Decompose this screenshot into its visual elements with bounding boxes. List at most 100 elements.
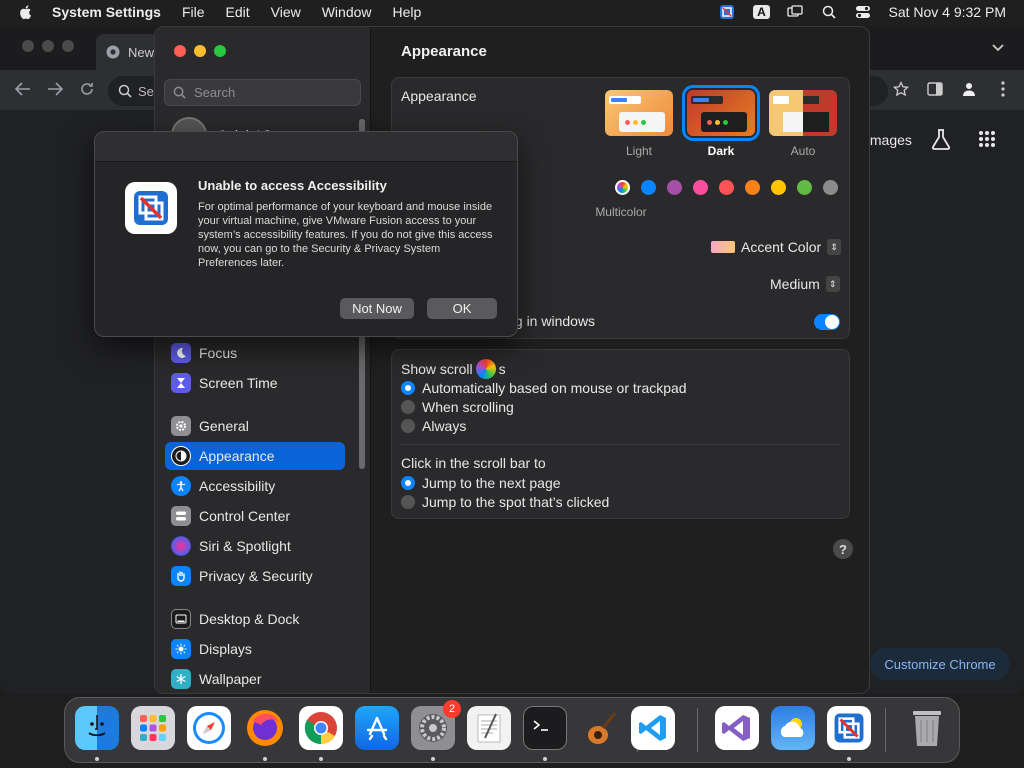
click-option-spot-clicked[interactable]: Jump to the spot that’s clicked [401,494,609,510]
input-source-icon[interactable]: A [744,5,778,19]
sidebar-item-label: Control Center [199,508,291,524]
click-option-next-page[interactable]: Jump to the next page [401,475,561,491]
popup-stepper-icon: ⇕ [827,239,842,255]
firefox-icon[interactable] [243,706,287,750]
highlight-color-popup[interactable]: Accent Color ⇕ [711,239,842,255]
terminal-icon[interactable] [523,706,567,750]
sidebar-item-appearance[interactable]: Appearance [165,442,345,470]
not-now-button[interactable]: Not Now [340,298,414,319]
ok-button[interactable]: OK [427,298,497,319]
sidebar-item-wallpaper[interactable]: Wallpaper [165,665,345,693]
google-apps-grid-icon[interactable] [978,130,996,151]
vmware-status-icon[interactable] [710,4,744,20]
scroll-option-when-scrolling[interactable]: When scrolling [401,399,514,415]
accent-graphite-swatch[interactable] [823,180,838,195]
sun-icon [171,639,191,659]
images-link[interactable]: Images [866,132,912,148]
labs-flask-icon[interactable] [930,128,952,153]
sidebar-item-displays[interactable]: Displays [165,635,345,663]
accent-green-swatch[interactable] [797,180,812,195]
chrome-zoom-button[interactable] [62,40,74,52]
chrome-minimize-button[interactable] [42,40,54,52]
sidebar-item-screen-time[interactable]: Screen Time [165,369,345,397]
dialog-title: Unable to access Accessibility [198,178,387,193]
menu-view[interactable]: View [271,4,301,20]
sidebar-item-general[interactable]: General [165,412,345,440]
app-store-icon[interactable] [355,706,399,750]
auto-theme-thumbnail[interactable] [769,90,837,136]
hand-icon [171,566,191,586]
menu-help[interactable]: Help [393,4,422,20]
light-theme-thumbnail[interactable] [605,90,673,136]
menu-file[interactable]: File [182,4,205,20]
sidebar-item-privacy-security[interactable]: Privacy & Security [165,562,345,590]
auto-theme-label: Auto [790,144,816,158]
sidebar-item-accessibility[interactable]: Accessibility [165,472,345,500]
omnibox-text: Se [138,83,154,99]
sidebar-item-siri-spotlight[interactable]: Siri & Spotlight [165,532,345,560]
back-arrow-icon[interactable] [12,78,34,100]
accent-pink-swatch[interactable] [693,180,708,195]
trash-icon[interactable] [905,706,949,750]
dark-theme-thumbnail[interactable] [682,85,760,141]
textedit-icon[interactable] [467,706,511,750]
menu-edit[interactable]: Edit [226,4,250,20]
launchpad-icon[interactable] [131,706,175,750]
menu-window[interactable]: Window [322,4,372,20]
chrome-logo-icon [106,45,120,59]
control-center-icon[interactable] [846,5,880,19]
reload-icon[interactable] [76,78,98,100]
radio-label: When scrolling [422,399,514,415]
visual-studio-icon[interactable] [715,706,759,750]
accent-red-swatch[interactable] [719,180,734,195]
dock-icon [171,609,191,629]
apple-menu-icon[interactable] [18,4,34,20]
sidebar-item-desktop-dock[interactable]: Desktop & Dock [165,605,345,633]
menu-clock[interactable]: Sat Nov 4 9:32 PM [888,4,1006,20]
chrome-close-button[interactable] [22,40,34,52]
chrome-menu-icon[interactable] [992,78,1014,100]
close-button[interactable] [174,45,186,57]
chrome-icon[interactable] [299,706,343,750]
system-settings-window: Search Caleb Viem Focus Screen Time Gene… [154,26,870,694]
chrome-running-indicator [319,757,323,761]
weather-icon[interactable] [771,706,815,750]
scroll-option-automatic[interactable]: Automatically based on mouse or trackpad [401,380,687,396]
zoom-button[interactable] [214,45,226,57]
vscode-icon[interactable] [631,706,675,750]
click-scroll-bar-label: Click in the scroll bar to [401,455,546,471]
garageband-icon[interactable] [579,706,623,750]
scroll-option-always[interactable]: Always [401,418,466,434]
sidebar-item-focus[interactable]: Focus [165,339,345,367]
forward-arrow-icon[interactable] [44,78,66,100]
snowflake-icon [171,669,191,689]
profile-avatar-icon[interactable] [958,78,980,100]
spotlight-search-icon[interactable] [812,5,846,19]
highlight-color-preview [711,241,735,253]
customize-chrome-button[interactable]: Customize Chrome [870,648,1010,680]
wallpaper-tinting-toggle[interactable] [814,314,840,330]
accent-yellow-swatch[interactable] [771,180,786,195]
tab-search-chevron-icon[interactable] [992,40,1004,55]
finder-icon[interactable] [75,706,119,750]
bookmark-star-icon[interactable] [890,78,912,100]
accent-multicolor-swatch[interactable] [615,180,630,195]
settings-main-pane: Appearance Appearance Light Dark Auto Mu… [371,27,869,693]
sidebar-icon-size-popup[interactable]: Medium ⇕ [770,276,840,292]
vmware-fusion-icon[interactable] [827,706,871,750]
radio-label: Jump to the next page [422,475,561,491]
radio-button [401,495,415,509]
sidebar-item-control-center[interactable]: Control Center [165,502,345,530]
accent-blue-swatch[interactable] [641,180,656,195]
menu-app-name[interactable]: System Settings [52,4,161,20]
system-settings-icon[interactable]: 2 [411,700,461,750]
screen-mirroring-icon[interactable] [778,5,812,19]
search-field[interactable]: Search [164,79,361,106]
minimize-button[interactable] [194,45,206,57]
accent-orange-swatch[interactable] [745,180,760,195]
sidebar-item-label: General [199,418,249,434]
accent-purple-swatch[interactable] [667,180,682,195]
help-button[interactable]: ? [833,539,853,559]
safari-icon[interactable] [187,706,231,750]
side-panel-icon[interactable] [924,78,946,100]
